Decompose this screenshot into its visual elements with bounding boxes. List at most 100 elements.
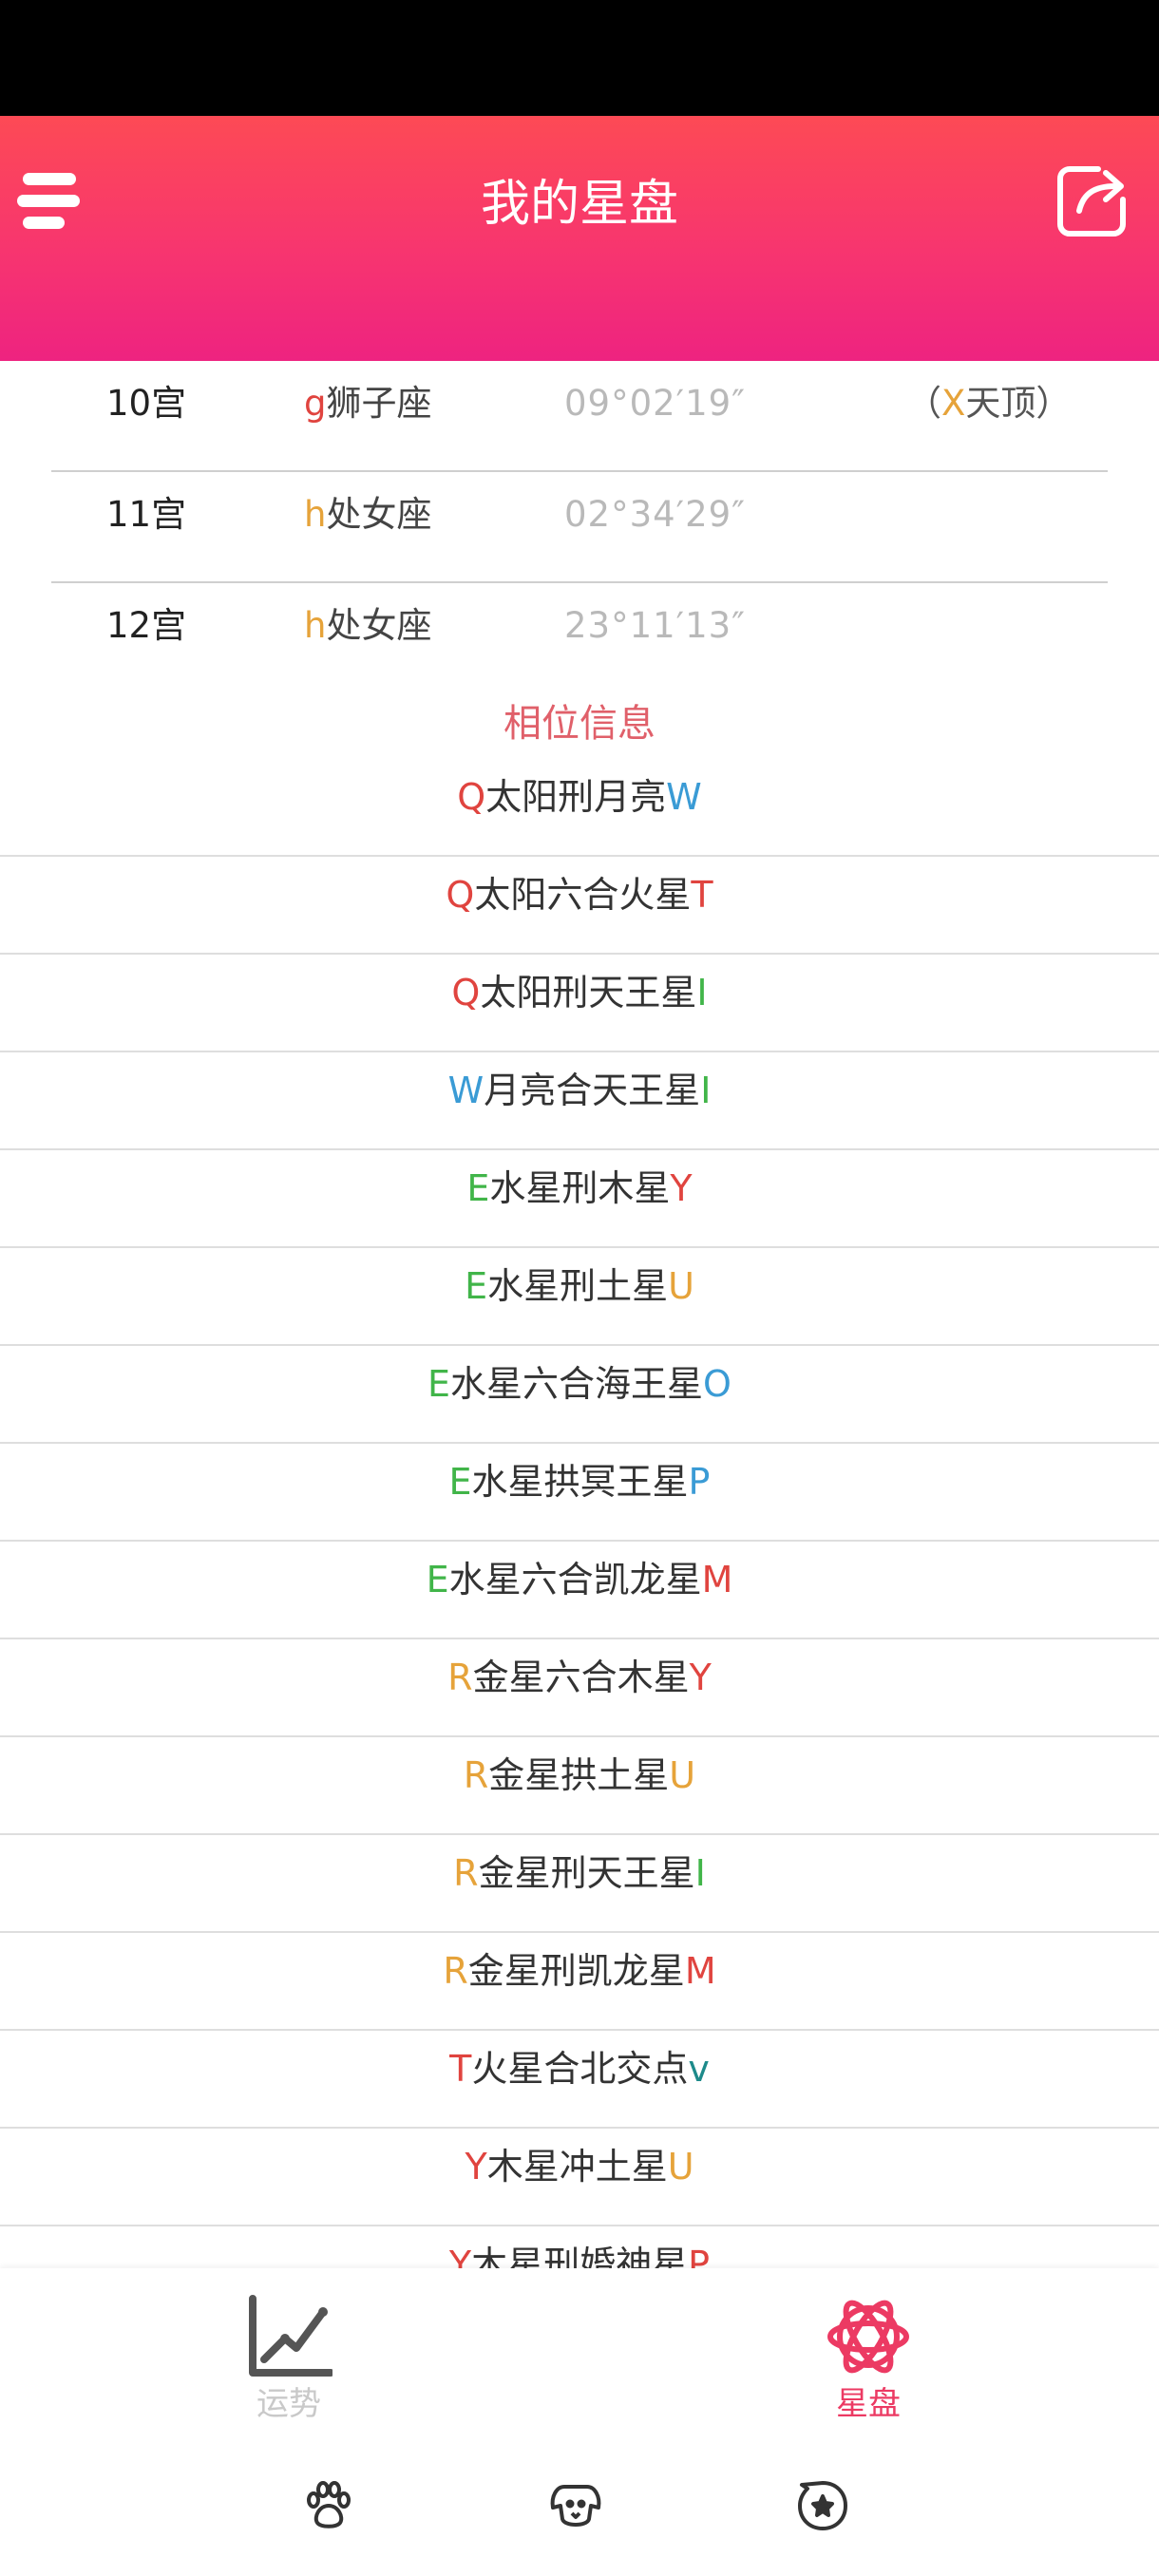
planet-glyph: U [669, 1754, 696, 1796]
aspect-row[interactable]: T火星合北交点v [0, 2030, 1159, 2129]
aspect-row[interactable]: E水星刑土星U [0, 1247, 1159, 1346]
house-sign: h处女座 [304, 583, 431, 669]
aspect-text: 太阳刑月亮 [485, 776, 667, 818]
aspect-row[interactable]: Q太阳刑月亮W [0, 758, 1159, 857]
dog-icon[interactable] [547, 2477, 604, 2534]
aspect-row[interactable]: E水星刑木星Y [0, 1149, 1159, 1248]
aspect-text: 金星六合木星 [472, 1657, 690, 1698]
aspect-text: 木星冲土星 [486, 2146, 668, 2188]
aspect-row[interactable]: E水星六合凯龙星M [0, 1541, 1159, 1639]
aspect-text: 火星合北交点 [471, 2048, 689, 2090]
note-open: （ [906, 383, 941, 424]
planet-glyph: R [447, 1657, 473, 1698]
aspect-text: 水星刑土星 [487, 1265, 669, 1307]
note-text: 天顶） [965, 383, 1072, 424]
aspect-text: 金星刑凯龙星 [467, 1950, 685, 1992]
planet-glyph: I [700, 1070, 712, 1111]
star-chart-icon [827, 2300, 909, 2374]
tab-star-chart[interactable]: 星盘 [726, 2268, 1011, 2441]
share-icon[interactable] [1054, 161, 1134, 241]
aspect-text: 水星六合凯龙星 [448, 1559, 702, 1601]
planet-glyph: v [688, 2048, 710, 2090]
planet-glyph: P [688, 1461, 711, 1503]
sign-name: 处女座 [326, 494, 432, 535]
aspect-row[interactable]: Q太阳刑天王星I [0, 954, 1159, 1052]
planet-glyph: T [691, 874, 713, 916]
aspect-text: 太阳六合火星 [474, 874, 692, 916]
planet-glyph: M [684, 1950, 716, 1992]
paw-icon[interactable] [300, 2477, 357, 2534]
status-bar [0, 0, 1159, 116]
planet-glyph: O [703, 1363, 732, 1405]
aspect-text: 太阳刑天王星 [480, 972, 697, 1013]
system-nav-bar [0, 2441, 1159, 2576]
house-number: 11宫 [106, 494, 187, 535]
planet-glyph: W [447, 1070, 484, 1111]
tab-label: 运势 [256, 2385, 321, 2423]
planet-glyph: Y [448, 2244, 472, 2268]
aspect-text: 水星拱冥王星 [471, 1461, 689, 1503]
aspect-row[interactable]: R金星刑天王星I [0, 1834, 1159, 1933]
house-degree: 02°34′29″ [564, 494, 746, 535]
star-badge-icon[interactable] [794, 2477, 851, 2534]
aspect-row[interactable]: R金星拱土星U [0, 1736, 1159, 1835]
planet-glyph: Q [446, 874, 475, 916]
planet-glyph: U [667, 2146, 694, 2188]
planet-glyph: E [428, 1363, 451, 1405]
house-degree: 09°02′19″ [564, 383, 746, 424]
aspect-row[interactable]: Y木星冲土星U [0, 2128, 1159, 2226]
tab-label: 星盘 [836, 2385, 901, 2423]
trend-chart-icon [249, 2295, 332, 2377]
aspect-row[interactable]: R金星刑凯龙星M [0, 1932, 1159, 2031]
aspect-row[interactable]: R金星六合木星Y [0, 1638, 1159, 1737]
house-sign: g狮子座 [304, 361, 432, 446]
house-number: 12宫 [106, 605, 187, 646]
aspect-text: 水星六合海王星 [450, 1363, 704, 1405]
section-title-aspects: 相位信息 [504, 702, 656, 746]
aspect-row[interactable]: E水星六合海王星O [0, 1345, 1159, 1444]
planet-glyph: E [465, 1265, 488, 1307]
planet-glyph: Y [465, 2146, 487, 2188]
aspect-text: 水星刑木星 [489, 1167, 671, 1209]
app-header: 我的星盘 [0, 116, 1159, 361]
planet-glyph: Q [457, 776, 486, 818]
planet-glyph: W [666, 776, 702, 818]
sign-glyph: g [304, 383, 327, 424]
aspect-text: 月亮合天王星 [484, 1070, 701, 1111]
sign-glyph: h [304, 605, 327, 646]
sign-glyph: h [304, 494, 327, 535]
planet-glyph: Q [451, 972, 481, 1013]
planet-glyph: Y [689, 1657, 712, 1698]
aspect-row[interactable]: Q太阳六合火星T [0, 856, 1159, 955]
aspect-text: 木星刑婚神星 [471, 2244, 689, 2268]
tab-fortune[interactable]: 运势 [146, 2268, 431, 2441]
planet-glyph: M [701, 1559, 733, 1601]
house-note: （X天顶） [906, 361, 1071, 446]
house-row: 12宫 h处女座 23°11′13″ [51, 583, 1108, 692]
sign-name: 狮子座 [326, 383, 432, 424]
page-title: 我的星盘 [480, 176, 678, 233]
house-row: 11宫 h处女座 02°34′29″ [51, 472, 1108, 583]
planet-glyph: E [466, 1167, 490, 1209]
planet-glyph: U [668, 1265, 694, 1307]
house-number: 10宫 [106, 383, 187, 424]
aspect-row[interactable]: Y木星刑婚神星P [0, 2226, 1159, 2268]
planet-glyph: T [449, 2048, 472, 2090]
note-glyph: X [941, 383, 966, 424]
aspect-row[interactable]: E水星拱冥王星P [0, 1443, 1159, 1542]
planet-glyph: E [426, 1559, 449, 1601]
planet-glyph: Y [670, 1167, 693, 1209]
aspect-text: 金星拱土星 [488, 1754, 670, 1796]
bottom-tab-bar: 运势 星盘 [0, 2268, 1159, 2441]
house-degree: 23°11′13″ [564, 605, 746, 646]
chart-content: 10宫 g狮子座 09°02′19″ （X天顶） 11宫 h处女座 02°34′… [0, 361, 1159, 2268]
planet-glyph: R [443, 1950, 468, 1992]
planet-glyph: I [696, 972, 708, 1013]
sign-name: 处女座 [326, 605, 432, 646]
house-row: 10宫 g狮子座 09°02′19″ （X天顶） [51, 361, 1108, 472]
aspect-row[interactable]: W月亮合天王星I [0, 1051, 1159, 1150]
aspect-text: 金星刑天王星 [478, 1852, 695, 1894]
planet-glyph: E [448, 1461, 472, 1503]
planet-glyph: R [453, 1852, 479, 1894]
planet-glyph: P [688, 2244, 711, 2268]
